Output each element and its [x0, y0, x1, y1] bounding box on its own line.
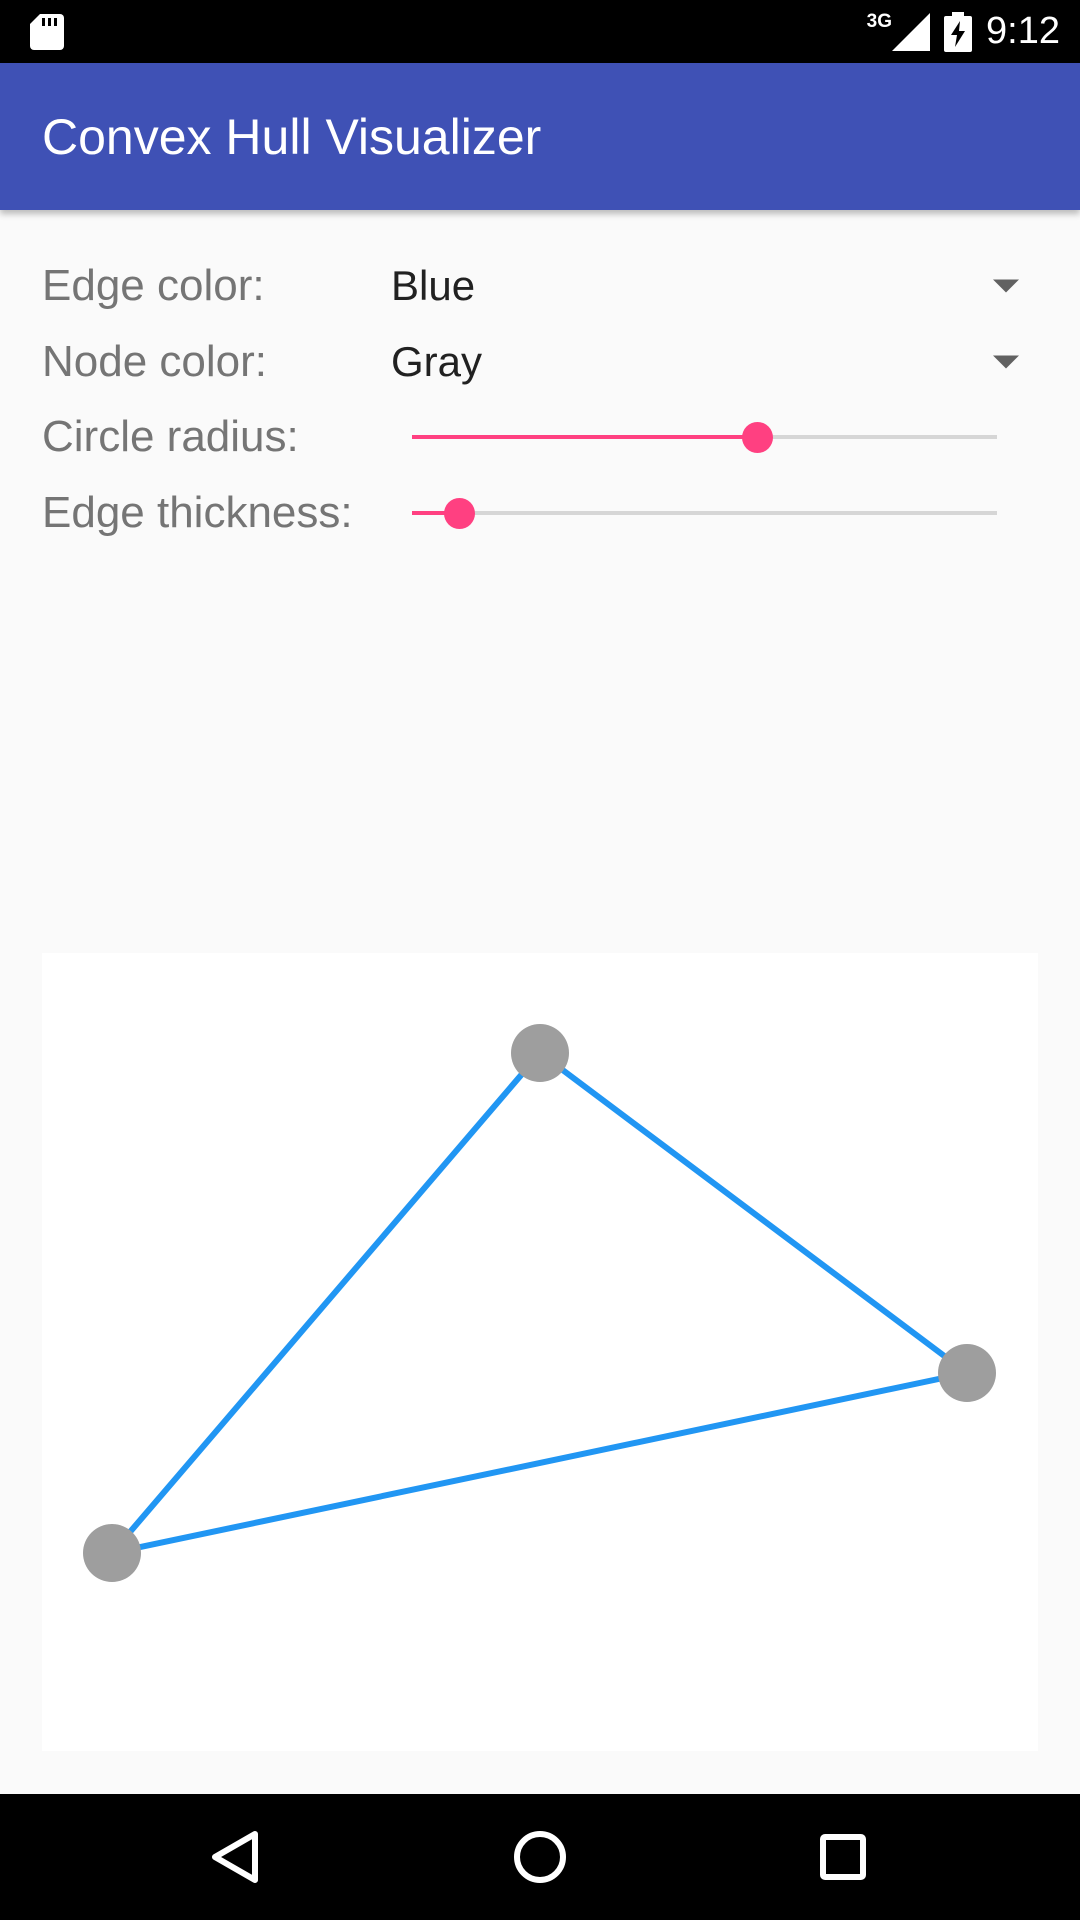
node-color-spinner[interactable]: Gray	[391, 324, 1031, 400]
network-type-label: 3G	[866, 10, 893, 32]
dropdown-arrow-icon	[993, 279, 1019, 293]
circle-radius-slider[interactable]	[412, 399, 997, 475]
app-title: Convex Hull Visualizer	[42, 109, 542, 165]
node-color-value: Gray	[391, 338, 483, 385]
node-color-row: Node color: Gray	[0, 324, 1080, 400]
circle-radius-row: Circle radius:	[0, 399, 1080, 475]
navigation-bar	[0, 1794, 1080, 1920]
edge-thickness-row: Edge thickness:	[0, 475, 1080, 551]
circle-radius-label: Circle radius:	[42, 412, 299, 461]
edge-color-row: Edge color: Blue	[0, 248, 1080, 324]
dropdown-arrow-icon	[993, 355, 1019, 369]
hull-edge	[537, 1050, 970, 1376]
hull-drawing	[83, 1024, 996, 1582]
status-bar: 3G 9:12	[0, 0, 1080, 63]
slider-fill	[412, 435, 757, 439]
back-icon[interactable]	[200, 1822, 270, 1892]
edge-color-value: Blue	[391, 262, 476, 309]
battery-charging-icon	[944, 11, 973, 52]
clock: 9:12	[986, 10, 1060, 52]
edge-color-label: Edge color:	[42, 261, 265, 310]
hull-node[interactable]	[83, 1524, 141, 1582]
node-color-label: Node color:	[42, 337, 268, 386]
app-bar: Convex Hull Visualizer	[0, 63, 1080, 210]
recents-icon[interactable]	[808, 1822, 878, 1892]
edge-color-spinner[interactable]: Blue	[391, 248, 1031, 324]
slider-track	[412, 511, 997, 515]
home-icon[interactable]	[505, 1822, 575, 1892]
signal-icon	[892, 12, 931, 51]
edge-thickness-slider[interactable]	[412, 475, 997, 551]
slider-thumb[interactable]	[444, 498, 475, 529]
slider-thumb[interactable]	[742, 422, 773, 453]
hull-canvas[interactable]	[42, 953, 1038, 1751]
sd-card-icon	[30, 14, 64, 50]
hull-node[interactable]	[511, 1024, 569, 1082]
hull-node[interactable]	[938, 1344, 996, 1402]
edge-thickness-label: Edge thickness:	[42, 488, 353, 537]
